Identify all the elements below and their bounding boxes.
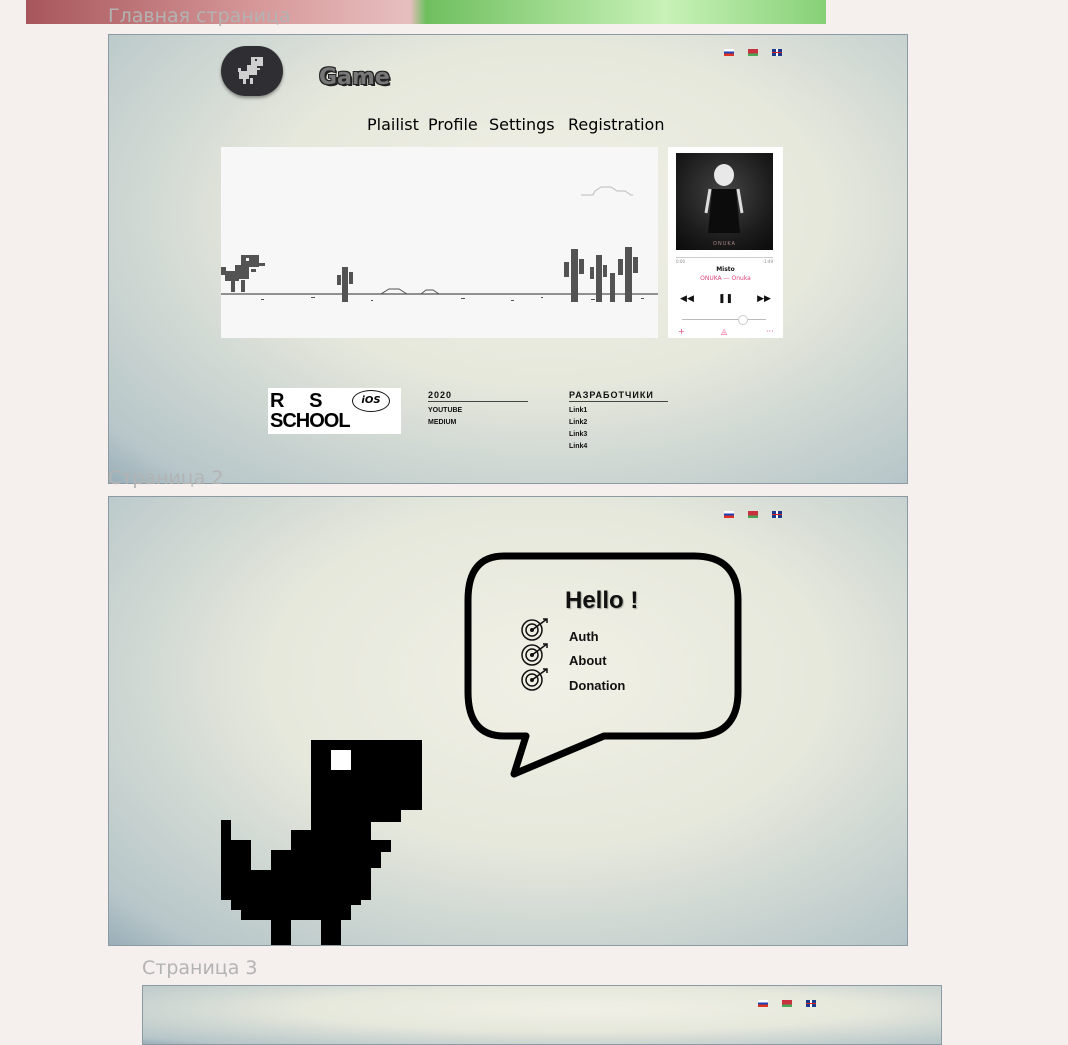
ios-badge: iOS [352,390,390,412]
language-switcher-3 [758,1000,816,1007]
frame-label-page3: Страница 3 [142,957,258,979]
frame-label-main: Главная страница [108,5,291,27]
language-switcher-2 [724,511,782,518]
nav-settings[interactable]: Settings [489,115,555,134]
footer-col-year: 2020 YOUTUBE MEDIUM [428,390,528,426]
rewind-button[interactable]: ◀◀ [680,294,694,304]
footer-col-year-heading: 2020 [428,390,528,402]
progress-track[interactable] [676,257,773,258]
logo[interactable] [221,46,283,96]
flag-ru-icon[interactable] [724,511,734,518]
footer-link-2[interactable]: Link2 [569,419,668,426]
song-title: Misto [716,266,735,273]
nav-playlist[interactable]: Plailist [367,115,419,134]
language-switcher [724,49,782,56]
cactus-group-icon [564,247,638,302]
page-title: Game [319,65,390,90]
ground-specks [261,297,644,301]
flag-ru-icon[interactable] [724,49,734,56]
dino-game-canvas[interactable] [221,147,658,338]
target-icon [521,643,548,666]
song-artist: ONUKA — Onuka [700,275,751,282]
ground-bump [380,288,440,295]
footer-link-4[interactable]: Link4 [569,443,668,450]
cactus-small-icon [337,267,353,302]
pause-button[interactable]: ❚❚ [718,294,733,304]
footer-col-developers-heading: РАЗРАБОТЧИКИ [569,390,668,402]
frame-label-page2: Страница 2 [108,467,224,489]
target-icon [521,618,548,641]
logo-line2: SCHOOL [270,410,351,432]
game-scene [221,186,658,302]
footer-col-developers: РАЗРАБОТЧИКИ Link1 Link2 Link3 Link4 [569,390,668,450]
menu-auth[interactable]: Auth [569,629,599,644]
nav-profile[interactable]: Profile [428,115,478,134]
footer-link-medium[interactable]: MEDIUM [428,419,528,426]
singer-photo-icon [704,164,744,233]
footer-link-youtube[interactable]: YOUTUBE [428,407,528,414]
cover-label: ONUKA [713,241,736,247]
target-icon [521,668,548,691]
greeting-heading: Hello ! [565,587,639,614]
fast-forward-button[interactable]: ▶▶ [757,294,771,304]
flag-by-icon[interactable] [748,511,758,518]
flag-gb-icon[interactable] [772,511,782,518]
menu-donation[interactable]: Donation [569,678,625,693]
frame-page-3 [142,985,942,1045]
flag-gb-icon[interactable] [772,49,782,56]
flag-by-icon[interactable] [782,1000,792,1007]
time-elapsed: 0:00 [676,259,685,264]
rs-school-logo[interactable]: R S SCHOOL iOS [268,388,401,434]
footer-link-1[interactable]: Link1 [569,407,668,414]
menu-about[interactable]: About [569,653,607,668]
frame-main-page: Game Plailist Profile Settings Registrat… [108,34,908,484]
footer-link-3[interactable]: Link3 [569,431,668,438]
flag-gb-icon[interactable] [806,1000,816,1007]
dino-player-icon [221,255,265,292]
volume-knob[interactable] [738,315,748,325]
time-remaining: -1:49 [762,259,773,264]
nav-registration[interactable]: Registration [568,115,664,134]
music-player[interactable]: ONUKA 0:00 -1:49 Misto ONUKA — Onuka ◀◀ … [668,147,783,338]
airplay-icon[interactable]: ◬ [721,327,727,336]
player-controls: ◀◀ ❚❚ ▶▶ [668,294,783,304]
dino-logo-icon [238,57,263,84]
flag-ru-icon[interactable] [758,1000,768,1007]
frame-page-2: Hello ! Auth About Donation [108,496,908,946]
big-dino-icon [221,740,422,945]
add-icon[interactable]: + [678,327,685,336]
cloud-icon [581,186,633,196]
volume-slider[interactable] [682,319,766,320]
album-cover: ONUKA [676,153,773,250]
more-icon[interactable]: ··· [766,327,774,336]
flag-by-icon[interactable] [748,49,758,56]
